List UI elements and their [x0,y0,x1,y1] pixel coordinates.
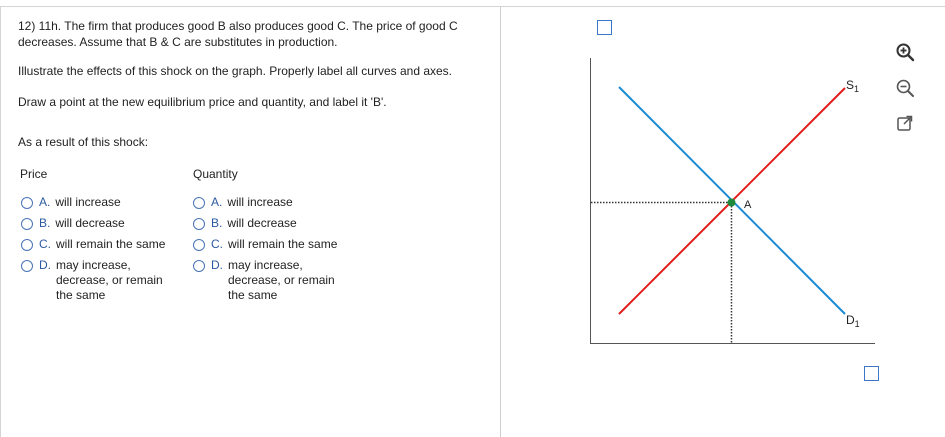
equilibrium-point-a[interactable] [727,198,736,207]
point-a-label: A [744,199,752,211]
zoom-out-icon[interactable] [895,78,915,98]
demand-label: D1 [846,313,860,329]
supply-label: S1 [846,78,859,94]
supply-demand-graph[interactable]: S1 D1 A [0,0,945,437]
zoom-in-icon[interactable] [895,42,915,62]
expand-icon[interactable] [895,113,915,133]
